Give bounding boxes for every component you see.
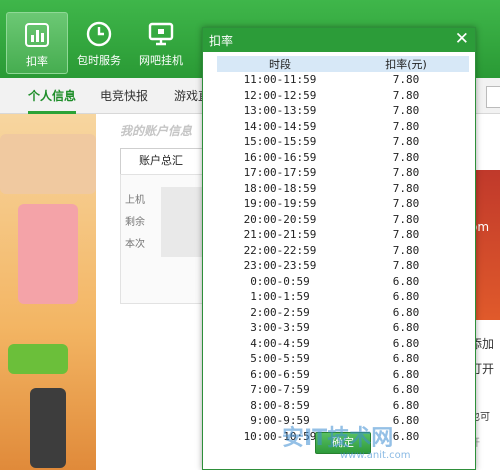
summary-row-label: 上机 bbox=[125, 195, 145, 206]
period-cell: 4:00-4:59 bbox=[250, 336, 310, 350]
table-row: 0:00-0:59 6.80 bbox=[217, 275, 469, 291]
period-cell: 14:00-14:59 bbox=[243, 119, 317, 133]
period-cell: 5:00-5:59 bbox=[250, 352, 310, 365]
search-box[interactable] bbox=[486, 86, 500, 108]
table-row: 6:00-6:59 6.80 bbox=[217, 368, 469, 384]
table-row: 7:00-7:59 6.80 bbox=[217, 383, 469, 399]
period-cell: 11:00-11:59 bbox=[243, 73, 317, 86]
rate-cell: 7.80 bbox=[392, 119, 420, 133]
rate-cell: 6.80 bbox=[392, 352, 420, 365]
table-row: 15:00-15:59 7.80 bbox=[217, 135, 469, 151]
table-row: 16:00-16:59 7.80 bbox=[217, 151, 469, 167]
period-cell: 15:00-15:59 bbox=[243, 135, 317, 148]
period-cell: 6:00-6:59 bbox=[250, 367, 310, 381]
rate-cell: 7.80 bbox=[392, 197, 420, 210]
period-cell: 22:00-22:59 bbox=[243, 243, 317, 257]
dialog-title: 扣率 bbox=[209, 34, 234, 48]
rate-cell: 7.80 bbox=[392, 166, 420, 179]
rate-cell: 7.80 bbox=[392, 135, 420, 148]
period-cell: 1:00-1:59 bbox=[250, 290, 310, 303]
period-cell: 17:00-17:59 bbox=[243, 166, 317, 179]
ad-image-block bbox=[8, 344, 68, 374]
table-row: 17:00-17:59 7.80 bbox=[217, 166, 469, 182]
tab-esports-news[interactable]: 电竞快报 bbox=[100, 78, 148, 114]
toolbar-label-rate: 扣率 bbox=[26, 55, 48, 68]
left-ad-banner[interactable] bbox=[0, 114, 96, 470]
table-row: 19:00-19:59 7.80 bbox=[217, 197, 469, 213]
period-cell: 2:00-2:59 bbox=[250, 305, 310, 319]
toolbar-label-idle: 网吧挂机 bbox=[139, 54, 183, 67]
period-cell: 3:00-3:59 bbox=[250, 321, 310, 334]
rate-cell: 7.80 bbox=[392, 181, 420, 195]
bar-chart-icon bbox=[25, 23, 49, 47]
table-row: 1:00-1:59 6.80 bbox=[217, 290, 469, 306]
table-row: 5:00-5:59 6.80 bbox=[217, 352, 469, 368]
rate-cell: 7.80 bbox=[392, 243, 420, 257]
rate-cell: 7.80 bbox=[392, 212, 420, 226]
period-cell: 7:00-7:59 bbox=[250, 383, 310, 396]
toolbar-button-rate[interactable]: 扣率 bbox=[6, 12, 68, 74]
account-section-title: 我的账户信息 bbox=[120, 124, 193, 138]
rate-cell: 6.80 bbox=[392, 383, 420, 396]
table-row: 22:00-22:59 7.80 bbox=[217, 244, 469, 260]
dialog-title-bar[interactable]: 扣率 ✕ bbox=[203, 28, 475, 52]
rate-dialog: 扣率 ✕ 时段 扣率(元) 11:00-11:59 7.80 12:00-12:59… bbox=[202, 27, 476, 470]
ad-image-block bbox=[30, 388, 66, 468]
period-cell: 13:00-13:59 bbox=[243, 104, 317, 117]
watermark-url: www.anit.com bbox=[340, 450, 411, 461]
rate-cell: 6.80 bbox=[392, 336, 420, 350]
table-row: 2:00-2:59 6.80 bbox=[217, 306, 469, 322]
period-cell: 0:00-0:59 bbox=[250, 274, 310, 288]
table-row: 8:00-8:59 6.80 bbox=[217, 399, 469, 415]
rate-cell: 6.80 bbox=[392, 305, 420, 319]
toolbar-label-hourly: 包时服务 bbox=[77, 54, 121, 67]
ad-image-block bbox=[0, 134, 96, 194]
rate-cell: 7.80 bbox=[392, 88, 420, 102]
rate-cell: 7.80 bbox=[392, 73, 420, 86]
table-row: 20:00-20:59 7.80 bbox=[217, 213, 469, 229]
toolbar-button-idle[interactable]: 网吧挂机 bbox=[130, 12, 192, 74]
watermark-logo: 安IT技术网 bbox=[282, 426, 394, 451]
column-header-rate: 扣率(元) bbox=[385, 58, 427, 71]
clock-icon bbox=[86, 21, 112, 47]
rate-cell: 7.80 bbox=[392, 228, 420, 241]
period-cell: 12:00-12:59 bbox=[243, 88, 317, 102]
table-row: 13:00-13:59 7.80 bbox=[217, 104, 469, 120]
rate-cell: 6.80 bbox=[392, 274, 420, 288]
period-cell: 21:00-21:59 bbox=[243, 228, 317, 241]
table-row: 4:00-4:59 6.80 bbox=[217, 337, 469, 353]
period-cell: 8:00-8:59 bbox=[250, 398, 310, 412]
table-row: 11:00-11:59 7.80 bbox=[217, 73, 469, 89]
rate-cell: 7.80 bbox=[392, 150, 420, 164]
period-cell: 18:00-18:59 bbox=[243, 181, 317, 195]
rate-cell: 6.80 bbox=[392, 321, 420, 334]
period-cell: 19:00-19:59 bbox=[243, 197, 317, 210]
ad-image-block bbox=[18, 204, 78, 304]
rate-cell: 6.80 bbox=[392, 367, 420, 381]
table-row: 18:00-18:59 7.80 bbox=[217, 182, 469, 198]
rate-cell: 6.80 bbox=[392, 290, 420, 303]
close-icon[interactable]: ✕ bbox=[455, 29, 469, 49]
rate-cell: 7.80 bbox=[392, 104, 420, 117]
tab-personal-info[interactable]: 个人信息 bbox=[28, 78, 77, 114]
rate-cell: 7.80 bbox=[392, 259, 420, 272]
table-row: 14:00-14:59 7.80 bbox=[217, 120, 469, 136]
summary-row-label: 剩余 bbox=[125, 217, 145, 228]
table-row: 23:00-23:59 7.80 bbox=[217, 259, 469, 275]
period-cell: 23:00-23:59 bbox=[243, 259, 317, 272]
table-row: 21:00-21:59 7.80 bbox=[217, 228, 469, 244]
column-header-period: 时段 bbox=[269, 58, 291, 71]
table-header: 时段 扣率(元) bbox=[217, 56, 469, 72]
period-cell: 20:00-20:59 bbox=[243, 212, 317, 226]
rate-cell: 6.80 bbox=[392, 398, 420, 412]
period-cell: 16:00-16:59 bbox=[243, 150, 317, 164]
table-row: 12:00-12:59 7.80 bbox=[217, 89, 469, 105]
toolbar-button-hourly[interactable]: 包时服务 bbox=[68, 12, 130, 74]
monitor-icon bbox=[148, 22, 174, 46]
table-row: 3:00-3:59 6.80 bbox=[217, 321, 469, 337]
summary-row-label: 本次 bbox=[125, 239, 145, 250]
